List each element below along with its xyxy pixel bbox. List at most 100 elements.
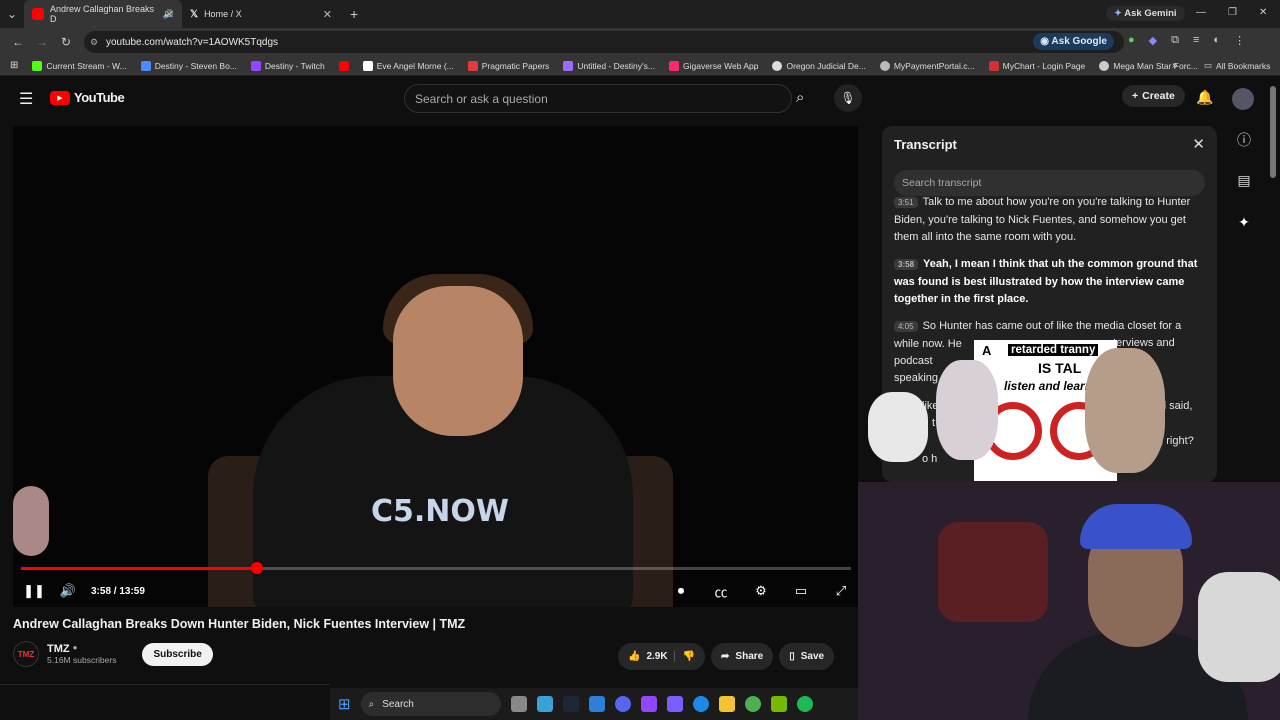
bookmark-item[interactable]: Destiny - Steven Bo... bbox=[140, 60, 237, 71]
tab-search-icon[interactable]: ⌄ bbox=[0, 7, 24, 21]
bookmark-label: MyChart - Login Page bbox=[1002, 60, 1086, 71]
settings-gear-icon[interactable]: ⚙ bbox=[744, 583, 778, 599]
bookmark-item[interactable]: Gigaverse Web App bbox=[669, 60, 758, 71]
ask-gemini-button[interactable]: ✦ Ask Gemini bbox=[1106, 6, 1185, 21]
tab-x[interactable]: 𝕏 Home / X ✕ bbox=[182, 0, 340, 28]
info-icon[interactable]: ⓘ bbox=[1232, 130, 1256, 172]
bookmark-label: Pragmatic Papers bbox=[481, 60, 550, 71]
page-scrollbar[interactable] bbox=[1270, 86, 1276, 178]
apps-grid-icon[interactable]: ⊞ bbox=[10, 60, 18, 71]
close-icon[interactable]: ✕ bbox=[1192, 135, 1205, 153]
right-rail: ⓘ ▤ ✦ bbox=[1232, 130, 1256, 256]
segment-timestamp: 3:51 bbox=[894, 196, 918, 208]
reload-icon[interactable]: ↻ bbox=[54, 35, 78, 49]
like-icon[interactable]: 👍 bbox=[628, 651, 640, 662]
volume-icon[interactable]: 🔊 bbox=[51, 583, 85, 599]
captions-icon[interactable]: ㏄ bbox=[704, 582, 738, 601]
ask-sparkle-icon[interactable]: ✦ bbox=[1232, 214, 1256, 256]
site-info-icon[interactable]: ⚙ bbox=[90, 37, 98, 48]
transcript-search-placeholder: Search transcript bbox=[902, 177, 982, 189]
spotify-icon[interactable] bbox=[796, 696, 813, 712]
chat-icon[interactable]: ▤ bbox=[1232, 172, 1256, 214]
extension-icon[interactable]: ● bbox=[1128, 34, 1135, 47]
reading-list-icon[interactable]: ≡ bbox=[1193, 34, 1199, 47]
autoplay-toggle[interactable]: ⏺ bbox=[664, 583, 698, 599]
address-bar[interactable]: ⚙ youtube.com/watch?v=1AOWK5Tqdgs ◉ Ask … bbox=[84, 31, 1124, 53]
minimize-icon[interactable]: — bbox=[1196, 7, 1206, 18]
bookmark-item[interactable]: Mega Man Star Forc... bbox=[1099, 60, 1198, 71]
photos-icon[interactable] bbox=[588, 696, 605, 712]
youtube-logo[interactable]: ▶ YouTube bbox=[50, 90, 125, 105]
bookmark-item[interactable] bbox=[338, 60, 349, 71]
channel-avatar[interactable]: TMZ bbox=[13, 641, 39, 667]
scrubber-handle[interactable] bbox=[250, 562, 263, 574]
create-button[interactable]: + Create bbox=[1122, 85, 1185, 107]
save-button[interactable]: ▯ Save bbox=[779, 643, 835, 670]
extension-icon[interactable]: ◆ bbox=[1149, 34, 1157, 47]
search-icon[interactable]: ⌕ bbox=[796, 89, 804, 106]
tab-title: Andrew Callaghan Breaks D bbox=[50, 4, 155, 24]
ask-google-button[interactable]: ◉ Ask Google bbox=[1033, 33, 1114, 50]
time-display: 3:58 / 13:59 bbox=[91, 585, 145, 597]
bookmark-item[interactable]: MyChart - Login Page bbox=[988, 60, 1086, 71]
nvidia-icon[interactable] bbox=[770, 696, 787, 712]
tab-youtube[interactable]: Andrew Callaghan Breaks D 🔊 ✕ bbox=[24, 0, 182, 28]
fullscreen-icon[interactable]: ⤢ bbox=[824, 583, 858, 599]
more-bookmarks-icon[interactable]: » bbox=[1172, 60, 1178, 71]
subscribe-button[interactable]: Subscribe bbox=[142, 642, 213, 666]
discord-icon[interactable] bbox=[614, 696, 631, 712]
menu-kebab-icon[interactable]: ⋮ bbox=[1234, 34, 1245, 47]
back-icon[interactable]: ← bbox=[6, 35, 30, 49]
chrome-icon[interactable] bbox=[744, 696, 761, 712]
file-explorer-icon[interactable] bbox=[718, 696, 735, 712]
bookmark-item[interactable]: Current Stream - W... bbox=[32, 60, 127, 71]
close-window-icon[interactable]: ✕ bbox=[1259, 7, 1267, 18]
description-area bbox=[0, 684, 330, 720]
twitch-icon[interactable] bbox=[640, 696, 657, 712]
bookmark-item[interactable]: Pragmatic Papers bbox=[467, 60, 550, 71]
x-favicon-icon: 𝕏 bbox=[190, 8, 199, 20]
notifications-bell-icon[interactable]: 🔔 bbox=[1196, 89, 1213, 106]
theater-mode-icon[interactable]: ▭ bbox=[784, 583, 818, 599]
transcript-segment-current[interactable]: 3:58 Yeah, I mean I think that uh the com… bbox=[894, 256, 1209, 309]
youtube-favicon-icon bbox=[32, 8, 44, 20]
restore-icon[interactable]: ❐ bbox=[1228, 7, 1237, 18]
bookmark-item[interactable]: Oregon Judicial De... bbox=[772, 60, 866, 71]
bookmark-item[interactable]: MyPaymentPortal.c... bbox=[879, 60, 975, 71]
dancing-cat-sticker bbox=[936, 360, 998, 460]
like-count[interactable]: 2.9K bbox=[646, 651, 667, 662]
share-icon: ➦ bbox=[721, 651, 730, 662]
bookmark-item[interactable]: Untitled - Destiny's... bbox=[563, 60, 655, 71]
transcript-search-input[interactable]: Search transcript bbox=[894, 170, 1205, 196]
bookmark-favicon-icon bbox=[879, 60, 890, 71]
hamburger-menu-icon[interactable]: ☰ bbox=[19, 89, 33, 109]
ask-google-label: Ask Google bbox=[1051, 36, 1107, 47]
app-icon[interactable] bbox=[536, 696, 553, 712]
profile-avatar[interactable]: ◐ bbox=[1213, 34, 1220, 47]
forward-icon[interactable]: → bbox=[30, 35, 54, 49]
search-input[interactable]: Search or ask a question bbox=[404, 84, 792, 113]
task-view-icon[interactable] bbox=[510, 696, 527, 712]
taskbar-search[interactable]: ⌕ Search bbox=[360, 692, 501, 716]
share-label: Share bbox=[735, 651, 764, 662]
transcript-segment[interactable]: 3:51 Talk to me about how you're on you'r… bbox=[894, 194, 1209, 247]
extensions-puzzle-icon[interactable]: ⧉ bbox=[1171, 34, 1179, 47]
account-avatar[interactable] bbox=[1232, 88, 1254, 110]
close-tab-icon[interactable]: ✕ bbox=[165, 8, 174, 21]
windows-start-icon[interactable]: ⊞ bbox=[338, 695, 351, 713]
channel-name[interactable]: TMZ bbox=[47, 643, 70, 655]
bookmark-item[interactable]: Eve Angel Morne (... bbox=[362, 60, 454, 71]
share-button[interactable]: ➦ Share bbox=[711, 643, 774, 670]
close-tab-icon[interactable]: ✕ bbox=[323, 8, 332, 21]
new-tab-button[interactable]: + bbox=[350, 6, 358, 22]
all-bookmarks-button[interactable]: ▭ All Bookmarks bbox=[1204, 60, 1270, 71]
bookmark-item[interactable]: Destiny - Twitch bbox=[250, 60, 325, 71]
pause-icon[interactable]: ❚❚ bbox=[17, 583, 51, 599]
microphone-icon[interactable]: 🎙 bbox=[834, 84, 862, 112]
progress-bar[interactable] bbox=[21, 562, 851, 574]
edge-icon[interactable] bbox=[692, 696, 709, 712]
proton-vpn-icon[interactable] bbox=[666, 696, 683, 712]
video-player[interactable]: C5.NOW ❚❚ 🔊 3:58 / 13:59 ⏺ ㏄ ⚙ ▭ ⤢ bbox=[13, 126, 858, 607]
dislike-icon[interactable]: 👎 bbox=[673, 651, 695, 662]
steam-icon[interactable] bbox=[562, 696, 579, 712]
